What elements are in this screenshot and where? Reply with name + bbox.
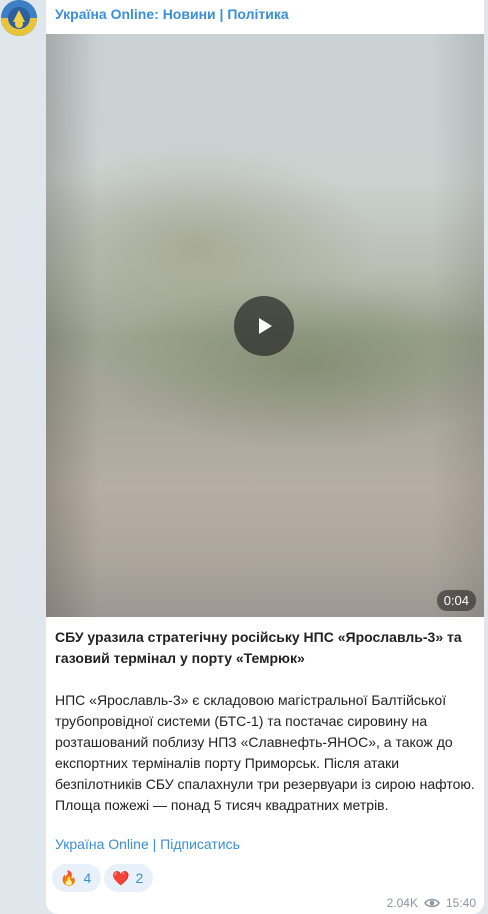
reaction-count: 2 [135, 870, 144, 886]
eye-icon [424, 898, 440, 908]
subscribe-link[interactable]: Україна Online | Підписатись [55, 836, 240, 852]
channel-logo-icon [1, 0, 37, 36]
post-body: НПС «Ярославль-3» є складовою магістраль… [55, 692, 475, 813]
reaction-fire[interactable]: 🔥 4 [52, 864, 102, 892]
post-headline: СБУ уразила стратегічну російську НПС «Я… [55, 629, 462, 666]
view-count: 2.04K [386, 896, 418, 910]
reaction-heart[interactable]: ❤️ 2 [104, 864, 154, 892]
message-meta: 2.04K 15:40 [387, 896, 476, 910]
message-time: 15:40 [445, 896, 476, 910]
video-duration: 0:04 [436, 590, 476, 611]
heart-icon: ❤️ [112, 869, 130, 886]
play-icon [259, 318, 272, 334]
channel-name-link[interactable]: Україна Online: Новини | Політика [55, 6, 289, 22]
video-player[interactable]: 0:04 [46, 34, 484, 617]
message-bubble: Україна Online: Новини | Політика 0:04 С… [46, 0, 484, 914]
channel-avatar[interactable] [1, 0, 37, 36]
play-button[interactable] [234, 296, 294, 356]
fire-icon: 🔥 [60, 869, 78, 886]
reaction-count: 4 [83, 870, 92, 886]
